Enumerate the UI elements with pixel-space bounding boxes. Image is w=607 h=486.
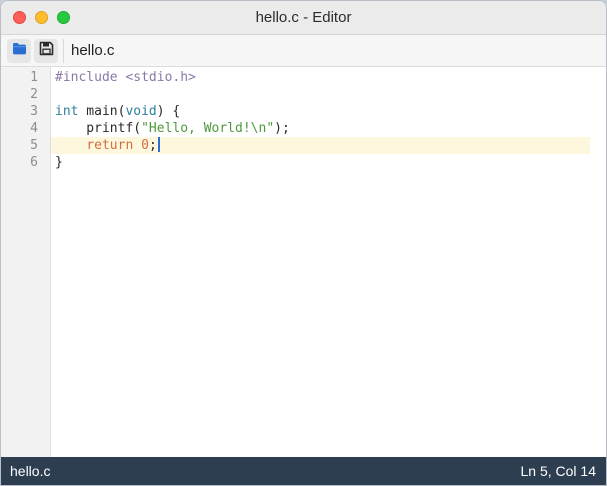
toolbar-filename: hello.c bbox=[71, 42, 115, 59]
window-title: hello.c - Editor bbox=[255, 9, 352, 26]
status-filename: hello.c bbox=[10, 463, 51, 479]
open-file-button[interactable] bbox=[7, 39, 31, 63]
code-token: "Hello, World!\n" bbox=[141, 121, 275, 136]
editor-window: hello.c - Editor hello.c 1 2 3 4 5 6 #include… bbox=[0, 0, 607, 486]
code-token: ) { bbox=[156, 104, 181, 119]
code-token: } bbox=[55, 155, 63, 170]
code-token: #include <stdio.h> bbox=[55, 70, 196, 85]
code-token: 0 bbox=[141, 138, 149, 153]
code-line-active[interactable]: return 0; bbox=[51, 137, 590, 154]
floppy-save-icon bbox=[39, 41, 54, 61]
toolbar: hello.c bbox=[1, 35, 606, 67]
toolbar-separator bbox=[63, 39, 64, 63]
code-line[interactable]: #include <stdio.h> bbox=[51, 69, 590, 86]
code-token: return bbox=[86, 138, 134, 153]
cursor-position: Ln 5, Col 14 bbox=[520, 463, 597, 479]
code-editor[interactable]: 1 2 3 4 5 6 #include <stdio.h> int main(void) … bbox=[1, 67, 606, 457]
code-token: ); bbox=[274, 121, 290, 136]
title-bar[interactable]: hello.c - Editor bbox=[1, 1, 606, 35]
folder-icon bbox=[12, 42, 27, 60]
line-number: 2 bbox=[30, 87, 38, 102]
line-number-gutter: 1 2 3 4 5 6 bbox=[1, 67, 51, 457]
line-number: 1 bbox=[30, 70, 38, 85]
code-token: main( bbox=[78, 104, 126, 119]
line-number: 4 bbox=[30, 121, 38, 136]
code-line[interactable]: int main(void) { bbox=[51, 103, 590, 120]
line-number: 3 bbox=[30, 104, 38, 119]
code-token: void bbox=[125, 104, 157, 119]
code-line[interactable]: } bbox=[51, 154, 590, 171]
line-number: 6 bbox=[30, 155, 38, 170]
code-line[interactable] bbox=[51, 86, 590, 103]
status-bar: hello.c Ln 5, Col 14 bbox=[1, 457, 606, 485]
save-file-button[interactable] bbox=[34, 39, 58, 63]
text-cursor bbox=[157, 137, 160, 152]
code-line[interactable]: printf("Hello, World!\n"); bbox=[51, 120, 590, 137]
code-token: ; bbox=[148, 138, 157, 153]
code-token: printf( bbox=[55, 121, 142, 136]
line-number: 5 bbox=[30, 138, 38, 153]
code-token: int bbox=[55, 104, 79, 119]
